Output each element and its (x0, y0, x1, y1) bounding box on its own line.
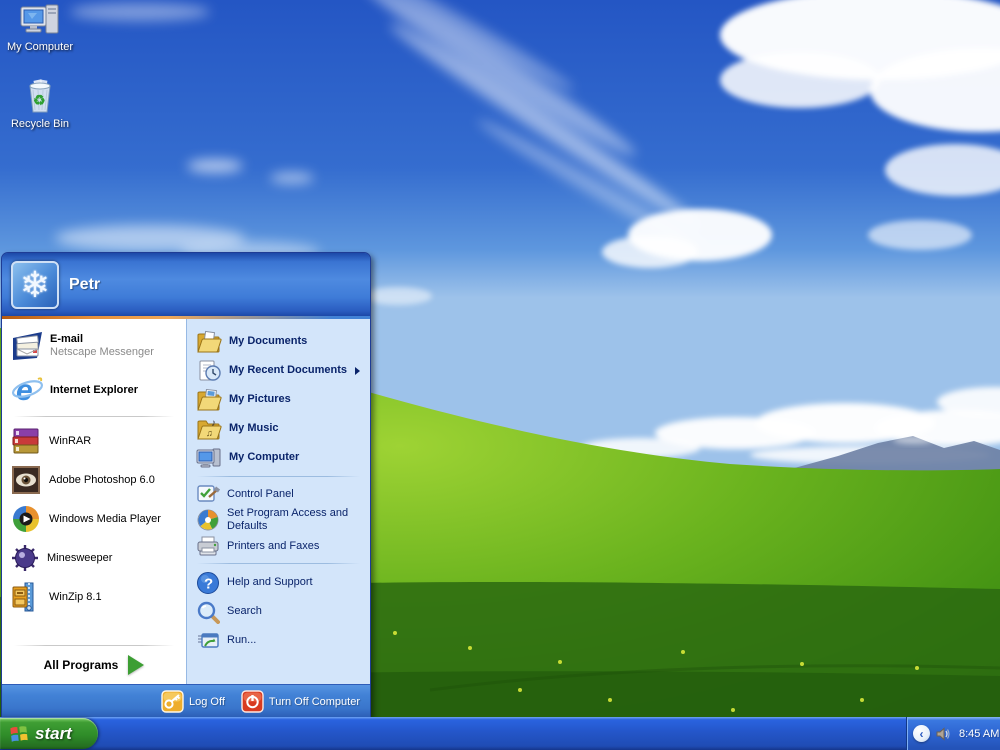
menu-item-sublabel: Netscape Messenger (50, 346, 154, 359)
menu-item-control-panel[interactable]: Control Panel (187, 481, 370, 507)
winrar-icon (11, 426, 41, 456)
start-menu-footer: Log Off Turn Off Computer (2, 684, 370, 718)
turn-off-label: Turn Off Computer (269, 696, 360, 708)
menu-item-label: Windows Media Player (49, 513, 161, 525)
power-icon (241, 690, 264, 713)
taskbar-clock[interactable]: 8:45 AM (959, 728, 999, 740)
netscape-mail-icon (11, 330, 44, 363)
menu-item-label: My Pictures (229, 393, 291, 406)
menu-item-photoshop[interactable]: Adobe Photoshop 6.0 (2, 460, 186, 499)
svg-text:e: e (16, 374, 33, 407)
menu-item-email[interactable]: E-mail Netscape Messenger (2, 324, 186, 368)
folder-music-icon: ♪ ♫ (196, 417, 222, 441)
all-programs-button[interactable]: All Programs (2, 646, 186, 684)
key-icon (161, 690, 184, 713)
menu-item-label: My Documents (229, 335, 307, 348)
search-icon (196, 600, 220, 624)
menu-item-minesweeper[interactable]: Minesweeper (2, 538, 186, 577)
all-programs-label: All Programs (44, 658, 119, 672)
menu-item-label: E-mail (50, 333, 154, 346)
help-icon: ? (196, 571, 220, 595)
menu-item-label: Adobe Photoshop 6.0 (49, 474, 155, 486)
menu-item-label: Minesweeper (47, 552, 112, 564)
desktop-icon-my-computer[interactable]: My Computer (3, 3, 77, 53)
program-access-icon (196, 508, 220, 532)
start-button[interactable]: start (0, 718, 98, 749)
folder-pictures-icon (196, 388, 222, 412)
menu-item-help-and-support[interactable]: ? Help and Support (187, 568, 370, 597)
menu-item-label: WinZip 8.1 (49, 591, 102, 603)
user-name: Petr (69, 276, 100, 294)
menu-item-label: My Computer (229, 451, 299, 464)
menu-item-my-recent-documents[interactable]: My Recent Documents (187, 356, 370, 385)
snowflake-icon[interactable]: ❄ (11, 261, 59, 309)
menu-item-search[interactable]: Search (187, 597, 370, 626)
log-off-label: Log Off (189, 696, 225, 708)
desktop-icon-label: My Computer (3, 41, 77, 53)
menu-item-internet-explorer[interactable]: e Internet Explorer (2, 368, 186, 412)
start-menu-left-column: E-mail Netscape Messenger e Internet Exp… (2, 319, 186, 684)
turn-off-computer-button[interactable]: Turn Off Computer (241, 690, 360, 713)
left-column-separator (14, 416, 174, 417)
log-off-button[interactable]: Log Off (161, 690, 225, 713)
system-tray: ‹ 8:45 AM (906, 717, 1000, 750)
recent-documents-icon (196, 359, 222, 383)
my-computer-icon (19, 3, 61, 39)
menu-item-my-pictures[interactable]: My Pictures (187, 385, 370, 414)
svg-text:♻: ♻ (33, 92, 46, 108)
svg-text:?: ? (204, 575, 213, 592)
menu-item-printers-and-faxes[interactable]: Printers and Faxes (187, 533, 370, 559)
menu-item-label: Printers and Faxes (227, 540, 319, 553)
windows-flag-icon (9, 724, 29, 744)
run-icon (196, 630, 220, 652)
right-column-separator (197, 476, 360, 477)
internet-explorer-icon: e (11, 374, 44, 407)
control-panel-icon (196, 483, 220, 505)
menu-item-label: Internet Explorer (50, 384, 138, 397)
menu-item-run[interactable]: Run... (187, 626, 370, 655)
taskbar: start ‹ 8:45 AM (0, 717, 1000, 750)
minesweeper-icon (11, 544, 39, 572)
green-arrow-icon (128, 655, 144, 675)
menu-item-label: My Recent Documents (229, 364, 347, 377)
menu-item-label: WinRAR (49, 435, 91, 447)
menu-item-media-player[interactable]: Windows Media Player (2, 499, 186, 538)
speaker-icon[interactable] (935, 726, 951, 742)
menu-item-winzip[interactable]: WinZip 8.1 (2, 577, 186, 616)
desktop-icon-recycle-bin[interactable]: ♻ Recycle Bin (3, 78, 77, 130)
submenu-arrow-icon (355, 367, 360, 375)
my-computer-small-icon (196, 446, 222, 470)
photoshop-icon (11, 465, 41, 495)
menu-item-label: Control Panel (227, 488, 294, 501)
menu-item-winrar[interactable]: WinRAR (2, 421, 186, 460)
menu-item-label: Help and Support (227, 576, 313, 589)
chevron-left-icon[interactable]: ‹ (913, 725, 930, 742)
svg-text:♫: ♫ (206, 428, 213, 438)
winzip-icon (11, 581, 41, 613)
start-menu: ❄ Petr E-mail Netscape Messenger (1, 252, 371, 717)
desktop-icon-label: Recycle Bin (3, 118, 77, 130)
printer-icon (196, 535, 220, 557)
menu-item-label: Set Program Access and Defaults (227, 507, 367, 533)
menu-item-my-music[interactable]: ♪ ♫ My Music (187, 414, 370, 443)
folder-documents-icon (196, 330, 222, 354)
menu-item-set-program-access[interactable]: Set Program Access and Defaults (187, 507, 370, 533)
menu-item-label: Search (227, 605, 262, 618)
media-player-icon (11, 504, 41, 534)
start-menu-right-column: My Documents My Recent Documents (186, 319, 370, 684)
start-menu-user-banner: ❄ Petr (2, 253, 370, 316)
menu-item-label: Run... (227, 634, 256, 647)
menu-item-my-computer[interactable]: My Computer (187, 443, 370, 472)
menu-item-my-documents[interactable]: My Documents (187, 327, 370, 356)
menu-item-label: My Music (229, 422, 279, 435)
recycle-bin-icon: ♻ (20, 78, 60, 116)
right-column-separator (197, 563, 360, 564)
start-button-label: start (35, 724, 72, 744)
